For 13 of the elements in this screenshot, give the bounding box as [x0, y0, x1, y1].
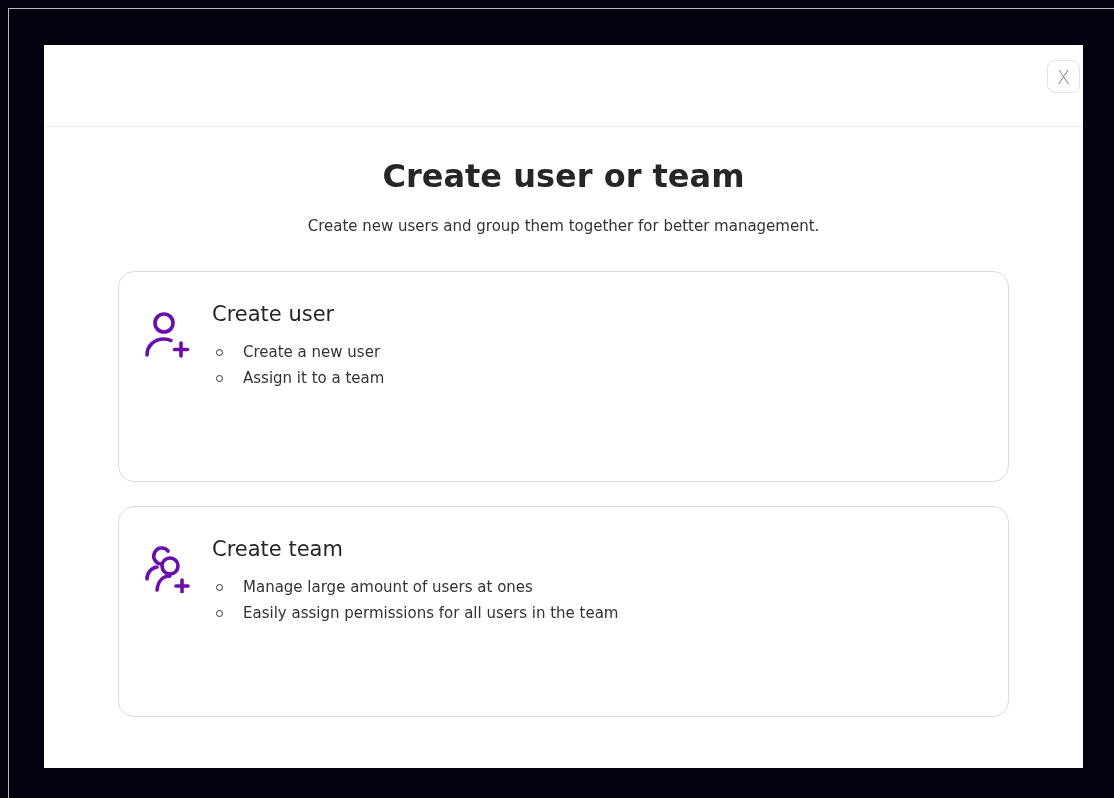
- option-title: Create user: [212, 302, 336, 326]
- option-point: Create a new user: [243, 343, 381, 361]
- close-button[interactable]: X: [1047, 60, 1080, 93]
- team-add-icon: [144, 545, 192, 593]
- option-point: Easily assign permissions for all users in the team: [243, 604, 619, 622]
- option-card[interactable]: Create team Manage large amount of users at ones Easily assign permissions for all users in the team: [118, 506, 1009, 717]
- dialog-title: Create user or team: [382, 157, 745, 195]
- option-title: Create team: [212, 537, 344, 561]
- dialog-subtitle: Create new users and group them together for better management.: [307, 217, 820, 235]
- option-card[interactable]: Create user Create a new user Assign it to a team: [118, 271, 1009, 482]
- option-point: Assign it to a team: [243, 369, 385, 387]
- user-add-icon: [144, 310, 192, 358]
- option-point: Manage large amount of users at ones: [243, 578, 533, 596]
